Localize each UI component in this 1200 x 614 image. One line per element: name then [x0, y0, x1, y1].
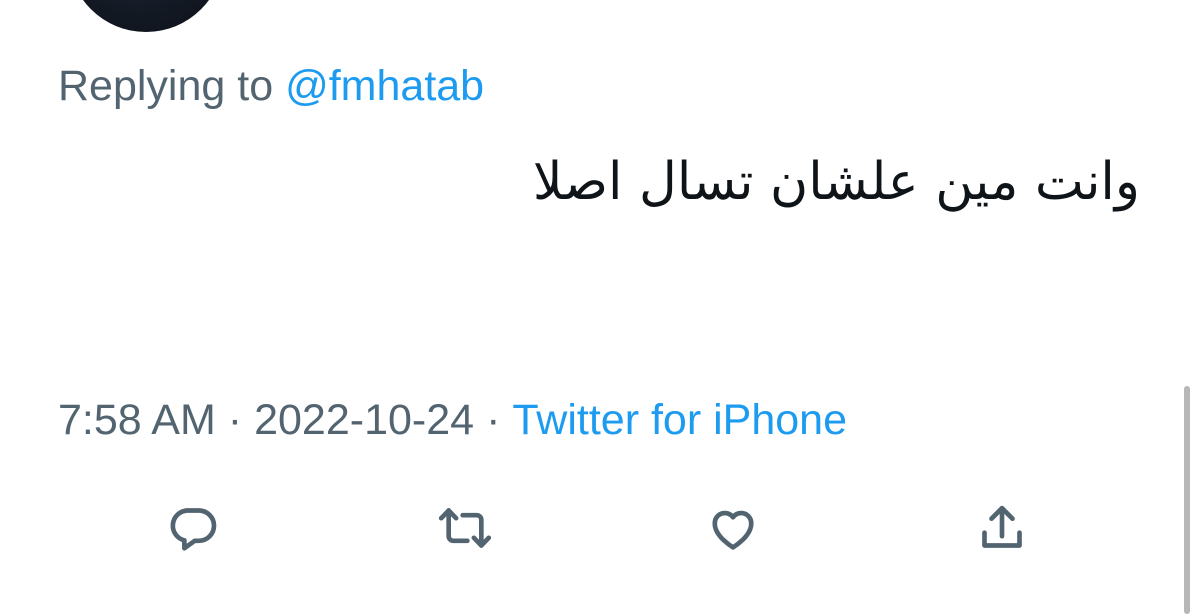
reply-handle-link[interactable]: @fmhatab: [285, 62, 484, 110]
meta-separator: ·: [227, 396, 243, 444]
like-button[interactable]: [705, 500, 761, 556]
reply-button[interactable]: [165, 500, 221, 556]
share-button[interactable]: [974, 500, 1030, 556]
tweet-date[interactable]: 2022-10-24: [254, 396, 474, 444]
share-icon: [982, 505, 1022, 548]
replying-to-label: Replying to: [58, 62, 286, 110]
retweet-icon: [438, 508, 492, 548]
meta-separator: ·: [486, 396, 501, 444]
tweet-time[interactable]: 7:58 AM: [58, 396, 216, 444]
like-icon: [712, 510, 754, 550]
tweet-detail: Replying to @fmhatab وانت مين علشان تسال…: [0, 0, 1200, 614]
tweet-source-link[interactable]: Twitter for iPhone: [512, 396, 847, 444]
avatar[interactable]: [68, 0, 224, 32]
reply-icon: [170, 508, 217, 551]
scrollbar[interactable]: [1184, 386, 1190, 614]
replying-to-line: Replying to @fmhatab: [58, 60, 484, 112]
tweet-metadata: 7:58 AM · 2022-10-24 · Twitter for iPhone: [58, 394, 847, 446]
retweet-button[interactable]: [437, 500, 493, 556]
tweet-text: وانت مين علشان تسال اصلا: [532, 152, 1140, 212]
